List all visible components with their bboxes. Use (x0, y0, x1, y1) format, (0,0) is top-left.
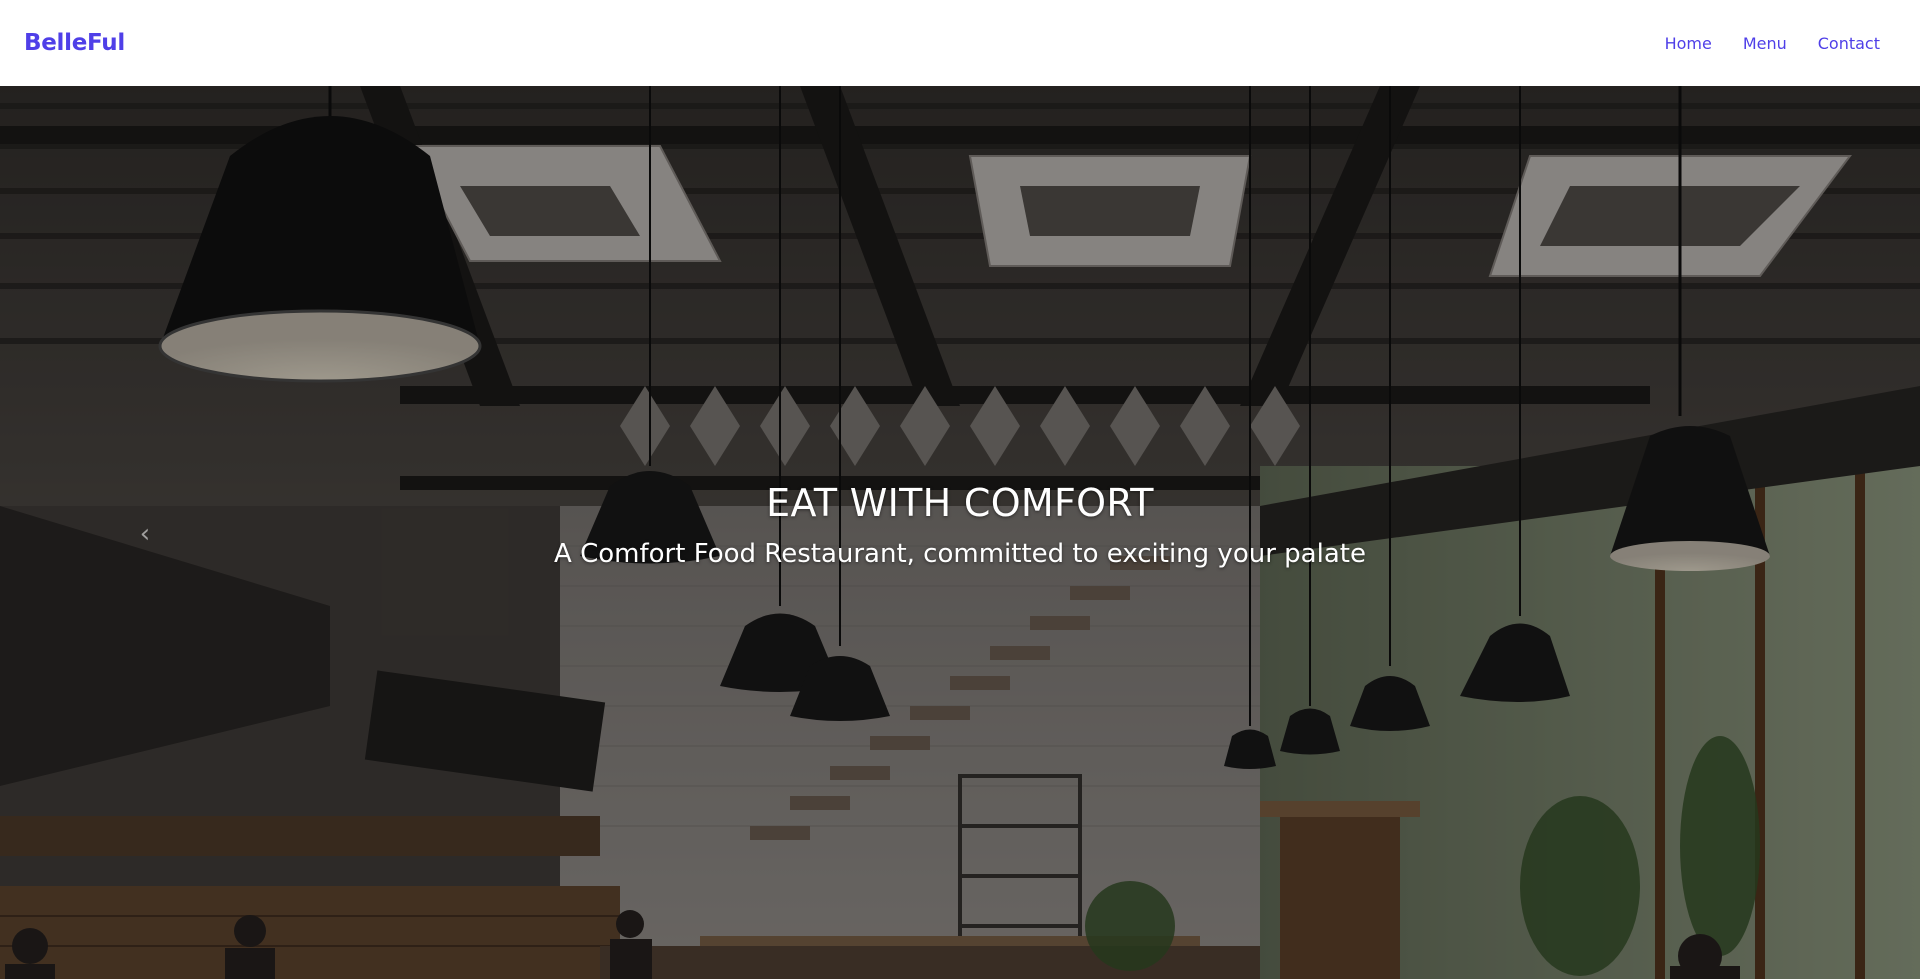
nav-link-menu[interactable]: Menu (1743, 34, 1787, 53)
hero-title: EAT WITH COMFORT (766, 481, 1154, 525)
nav-links: Home Menu Contact (1634, 34, 1880, 53)
nav-link-home[interactable]: Home (1665, 34, 1712, 53)
navbar: BelleFul Home Menu Contact (0, 0, 1920, 86)
hero-caption: EAT WITH COMFORT A Comfort Food Restaura… (0, 481, 1920, 569)
hero-carousel: ‹ EAT WITH COMFORT A Comfort Food Restau… (0, 86, 1920, 979)
hero-subtitle: A Comfort Food Restaurant, committed to … (554, 539, 1366, 569)
nav-link-contact[interactable]: Contact (1818, 34, 1880, 53)
brand-logo[interactable]: BelleFul (24, 30, 125, 56)
